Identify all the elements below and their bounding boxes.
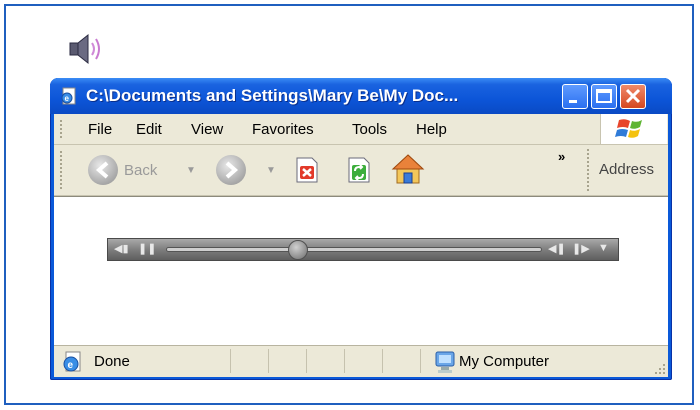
title-bar[interactable]: e C:\Documents and Settings\Mary Be\My D… bbox=[50, 78, 672, 114]
status-divider bbox=[344, 349, 345, 373]
back-arrow-icon bbox=[95, 161, 109, 179]
status-divider bbox=[306, 349, 307, 373]
address-grip[interactable] bbox=[587, 149, 589, 191]
minimize-button[interactable] bbox=[562, 84, 588, 109]
forward-arrow-icon bbox=[225, 161, 239, 179]
window-client: File Edit View Favorites Tools Help Back… bbox=[54, 114, 668, 377]
seek-track[interactable] bbox=[166, 247, 542, 252]
my-computer-icon bbox=[435, 351, 455, 373]
browser-window: e C:\Documents and Settings\Mary Be\My D… bbox=[50, 78, 672, 380]
status-text: Done bbox=[94, 353, 130, 370]
maximize-icon bbox=[596, 89, 612, 103]
menu-edit[interactable]: Edit bbox=[136, 121, 162, 138]
svg-text:e: e bbox=[65, 94, 70, 103]
svg-text:e: e bbox=[68, 360, 74, 371]
status-bar: e Done My Computer bbox=[54, 345, 668, 377]
minimize-icon bbox=[569, 100, 577, 103]
previous-icon[interactable]: ◀❚ bbox=[548, 242, 566, 255]
status-divider bbox=[268, 349, 269, 373]
page-content: ◀▮ ❚❚ ◀❚ ❚▶ ▼ bbox=[54, 196, 668, 345]
status-divider bbox=[230, 349, 231, 373]
speaker-icon[interactable] bbox=[66, 32, 108, 66]
close-button[interactable] bbox=[620, 84, 646, 109]
seek-thumb[interactable] bbox=[287, 240, 308, 260]
next-icon[interactable]: ❚▶ bbox=[572, 242, 590, 255]
mute-icon[interactable]: ◀▮ bbox=[114, 242, 129, 255]
ie-page-icon: e bbox=[61, 87, 76, 105]
menu-tools[interactable]: Tools bbox=[352, 121, 387, 138]
resize-grip-icon[interactable] bbox=[654, 363, 666, 375]
pause-icon[interactable]: ❚❚ bbox=[138, 242, 156, 255]
standard-toolbar: Back ▼ ▼ » Address bbox=[54, 145, 668, 196]
refresh-icon[interactable] bbox=[346, 156, 372, 184]
toolbar-more-icon[interactable]: » bbox=[558, 149, 565, 164]
window-title: C:\Documents and Settings\Mary Be\My Doc… bbox=[86, 86, 459, 105]
menu-bar: File Edit View Favorites Tools Help bbox=[54, 114, 668, 145]
windows-logo-icon bbox=[615, 119, 642, 138]
player-menu-icon[interactable]: ▼ bbox=[598, 242, 609, 254]
status-divider bbox=[420, 349, 421, 373]
security-zone: My Computer bbox=[459, 353, 550, 370]
home-icon[interactable] bbox=[391, 153, 425, 185]
page-frame: e C:\Documents and Settings\Mary Be\My D… bbox=[4, 4, 694, 405]
menu-grip[interactable] bbox=[60, 120, 65, 138]
stop-icon[interactable] bbox=[294, 156, 320, 184]
maximize-button[interactable] bbox=[591, 84, 617, 109]
status-divider bbox=[382, 349, 383, 373]
done-page-icon: e bbox=[63, 351, 81, 372]
menu-help[interactable]: Help bbox=[416, 121, 447, 138]
forward-dropdown-icon[interactable]: ▼ bbox=[266, 165, 276, 176]
media-player-controls: ◀▮ ❚❚ ◀❚ ❚▶ ▼ bbox=[107, 238, 619, 261]
close-icon bbox=[625, 88, 641, 104]
address-label: Address bbox=[599, 161, 655, 178]
menu-favorites[interactable]: Favorites bbox=[252, 121, 314, 138]
back-dropdown-icon[interactable]: ▼ bbox=[186, 165, 196, 176]
forward-button[interactable] bbox=[216, 155, 246, 185]
menu-file[interactable]: File bbox=[88, 121, 112, 138]
back-button[interactable] bbox=[88, 155, 118, 185]
toolbar-grip[interactable] bbox=[60, 151, 65, 189]
back-label[interactable]: Back bbox=[124, 162, 157, 179]
menu-view[interactable]: View bbox=[191, 121, 223, 138]
windows-logo-panel bbox=[600, 114, 667, 144]
